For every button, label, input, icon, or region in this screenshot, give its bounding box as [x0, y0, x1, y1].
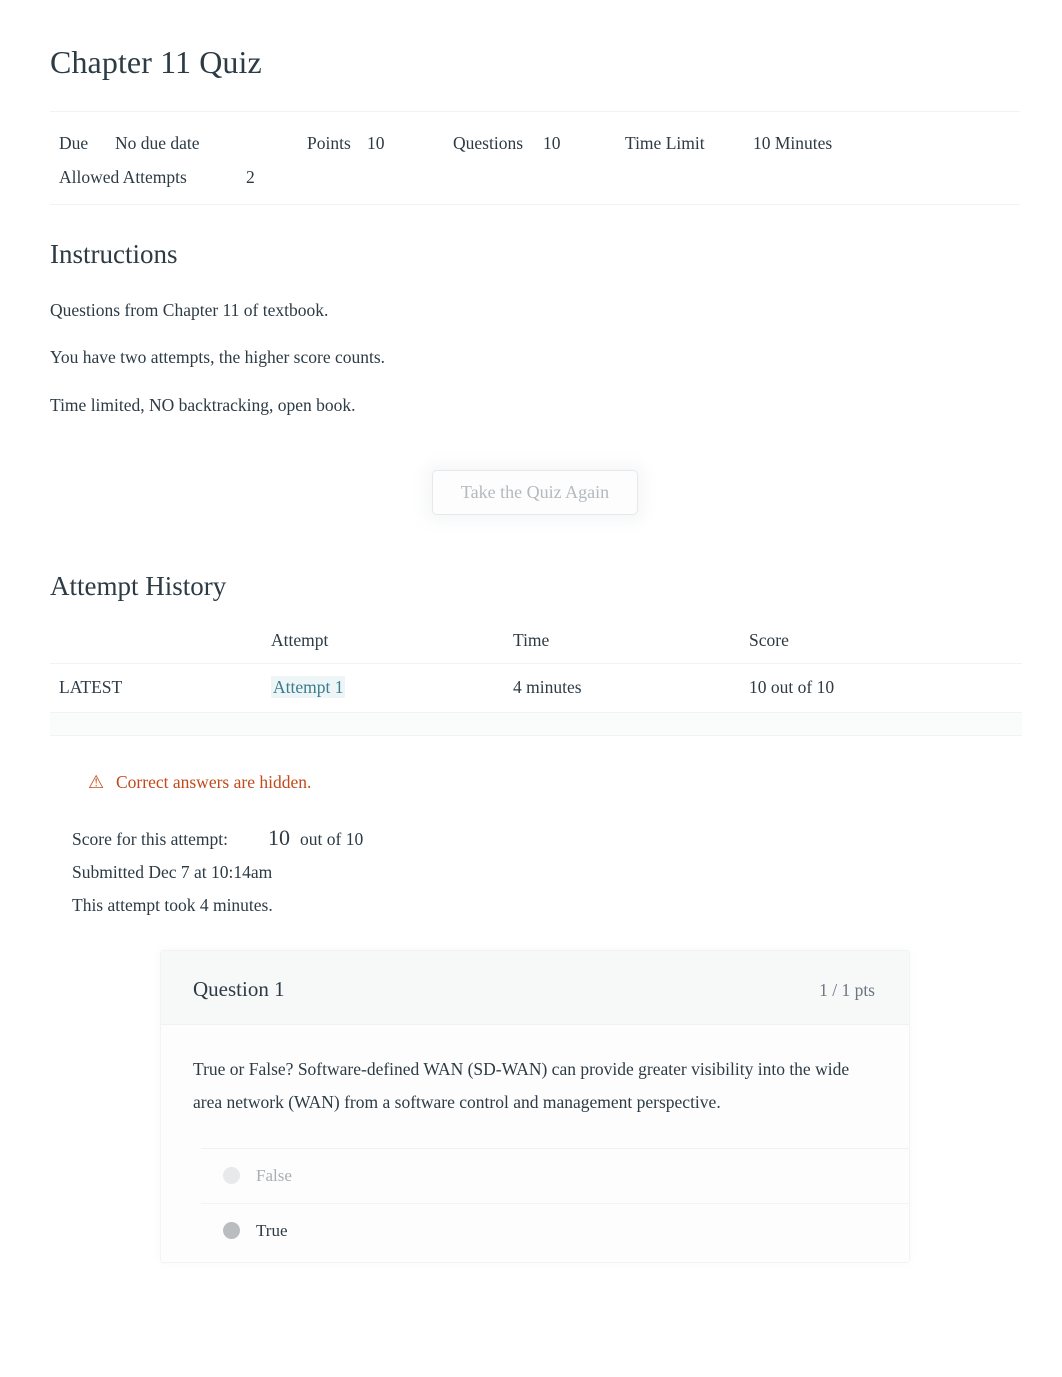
score-value: 10: [268, 825, 290, 851]
attempt-summary: Score for this attempt: 10 out of 10 Sub…: [50, 821, 1020, 922]
page-content: Chapter 11 Quiz Due No due date Points 1…: [0, 0, 1062, 1263]
time-limit-label: Time Limit: [625, 133, 705, 153]
take-quiz-again-container: Take the Quiz Again: [50, 470, 1020, 516]
score-for-attempt-line: Score for this attempt: 10 out of 10: [72, 821, 1020, 856]
questions-value: 10: [543, 133, 561, 153]
answer-list: False True: [201, 1147, 909, 1258]
answer-label: False: [256, 1165, 292, 1185]
points-label: Points: [307, 133, 351, 153]
attempt-history-heading: Attempt History: [50, 571, 227, 602]
question-title: Question 1: [193, 977, 285, 1002]
answer-option-true[interactable]: True: [201, 1204, 909, 1258]
question-header: Question 1 1 / 1 pts: [161, 951, 909, 1026]
instructions-paragraph-3: Time limited, NO backtracking, open book…: [50, 394, 356, 415]
row-attempt-cell: Attempt 1: [271, 663, 513, 714]
page-title: Chapter 11 Quiz: [50, 44, 262, 80]
quiz-meta-panel: Due No due date Points 10 Questions 10 T…: [50, 111, 1020, 205]
score-label: Score for this attempt:: [72, 829, 229, 850]
row-time-cell: 4 minutes: [513, 663, 749, 714]
due-value: No due date: [115, 133, 200, 153]
quiz-meta-row-2: Allowed Attempts 2: [50, 160, 1020, 194]
radio-icon: [223, 1167, 240, 1185]
instructions-paragraph-2: You have two attempts, the higher score …: [50, 347, 386, 368]
question-card-1: Question 1 1 / 1 pts True or False? Soft…: [160, 950, 910, 1263]
time-limit-value: 10 Minutes: [753, 133, 833, 153]
take-quiz-again-button[interactable]: Take the Quiz Again: [431, 470, 639, 516]
due-label: Due: [59, 133, 89, 153]
table-row: LATEST Attempt 1 4 minutes 10 out of 10: [50, 663, 1022, 714]
correct-answers-hidden-text: Correct answers are hidden.: [116, 772, 312, 793]
quiz-results-page: Chapter 11 Quiz Due No due date Points 1…: [0, 0, 1062, 1377]
questions-label: Questions: [453, 133, 523, 153]
table-header-row: Attempt Time Score: [50, 620, 1022, 665]
points-value: 10: [367, 133, 385, 153]
instructions-heading: Instructions: [50, 239, 178, 269]
row-kept-badge: LATEST: [50, 663, 271, 714]
question-body: True or False? Software-defined WAN (SD-…: [161, 1025, 909, 1262]
question-text: True or False? Software-defined WAN (SD-…: [193, 1059, 850, 1112]
column-attempt: Attempt: [271, 620, 513, 665]
radio-selected-icon: [223, 1222, 240, 1240]
quiz-meta-row-1: Due No due date Points 10 Questions 10 T…: [50, 126, 1020, 160]
instructions-paragraph-1: Questions from Chapter 11 of textbook.: [50, 300, 329, 320]
correct-answers-hidden-notice: ⚠ Correct answers are hidden.: [50, 772, 1020, 793]
allowed-attempts-label: Allowed Attempts: [59, 167, 187, 187]
allowed-attempts-value: 2: [246, 167, 255, 187]
attempt-1-link[interactable]: Attempt 1: [271, 676, 346, 699]
question-points: 1 / 1 pts: [819, 980, 875, 1001]
column-score: Score: [749, 620, 1022, 665]
score-suffix: out of 10: [300, 829, 364, 850]
row-score-cell: 10 out of 10: [749, 663, 1022, 714]
column-time: Time: [513, 620, 749, 665]
duration-line: This attempt took 4 minutes.: [72, 895, 273, 916]
answer-label: True: [256, 1220, 288, 1240]
warning-icon: ⚠: [88, 772, 105, 793]
attempt-history-footer-bar: [50, 713, 1022, 737]
column-kept: [50, 620, 271, 665]
attempt-history-table: Attempt Time Score LATEST Attempt 1 4 mi…: [50, 620, 1022, 714]
submitted-line: Submitted Dec 7 at 10:14am: [72, 862, 273, 883]
answer-option-false[interactable]: False: [201, 1149, 909, 1204]
